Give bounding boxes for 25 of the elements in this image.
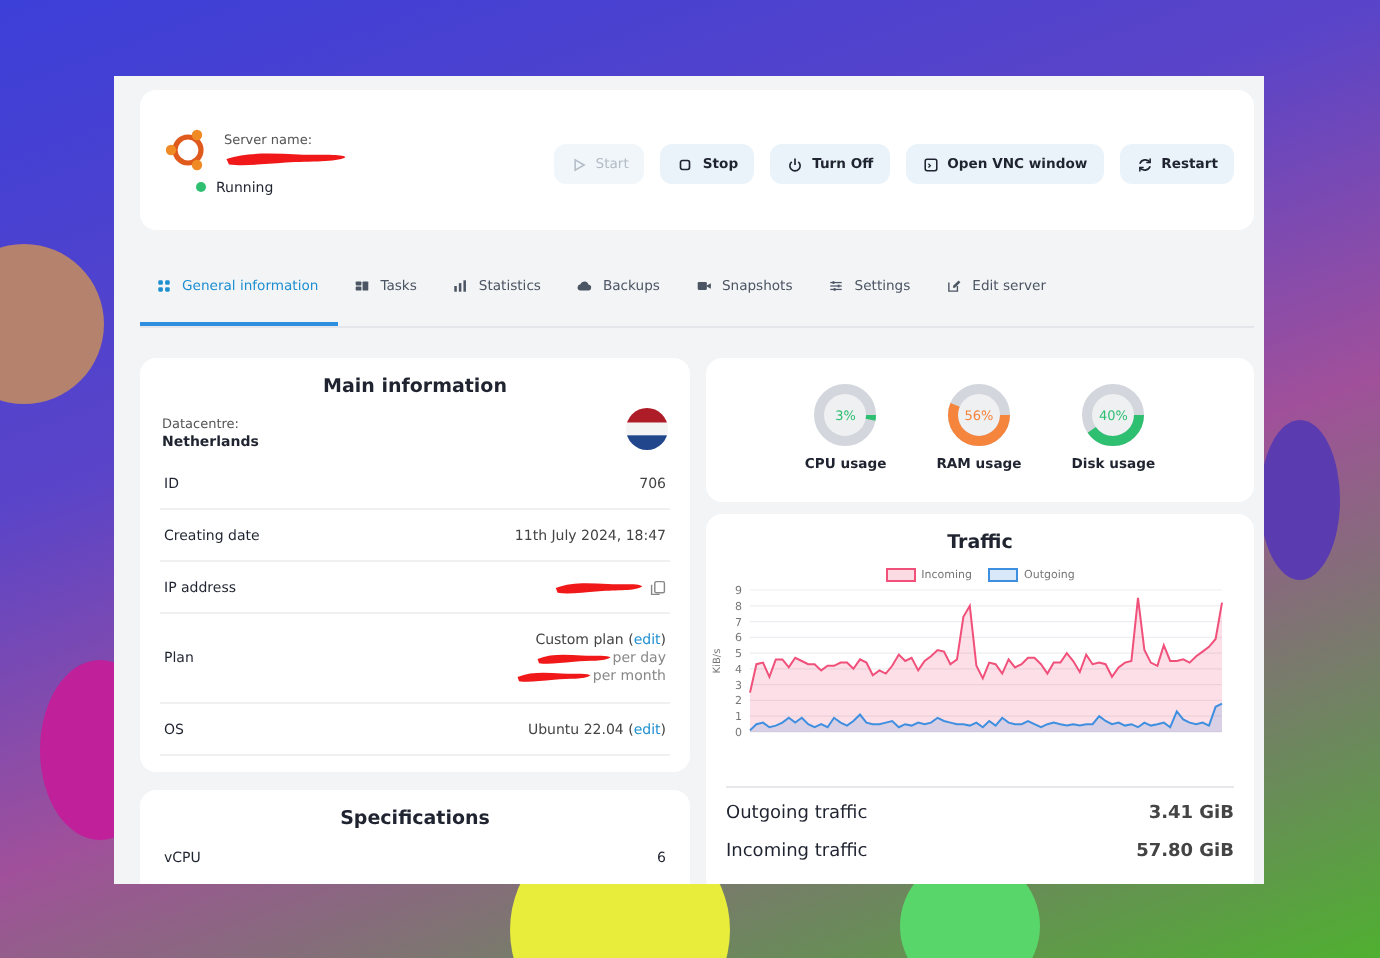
redaction-scribble bbox=[554, 579, 644, 595]
redaction-scribble bbox=[516, 669, 593, 683]
bar-chart-icon bbox=[452, 278, 469, 294]
sliders-icon bbox=[828, 278, 845, 294]
cloud-icon bbox=[576, 278, 593, 294]
stop-icon bbox=[676, 155, 695, 173]
copy-icon[interactable] bbox=[650, 579, 666, 595]
video-camera-icon bbox=[695, 278, 712, 294]
card-title: Specifications bbox=[340, 808, 490, 830]
grid-icon bbox=[156, 278, 172, 294]
redaction-scribble bbox=[224, 149, 348, 167]
play-icon bbox=[569, 155, 588, 173]
redaction-scribble bbox=[536, 651, 613, 665]
traffic-value: 3.41 GiB bbox=[1148, 804, 1234, 824]
traffic-label: Incoming traffic bbox=[726, 842, 868, 862]
flag-icon bbox=[626, 408, 668, 450]
power-icon bbox=[786, 155, 805, 173]
card-title: Main information bbox=[323, 376, 507, 398]
tasks-icon bbox=[354, 278, 371, 294]
traffic-value: 57.80 GiB bbox=[1136, 842, 1234, 862]
refresh-icon bbox=[1135, 155, 1154, 173]
terminal-icon bbox=[921, 155, 940, 173]
card-title: Traffic bbox=[947, 532, 1013, 554]
edit-icon bbox=[946, 278, 963, 294]
traffic-label: Outgoing traffic bbox=[726, 804, 868, 824]
